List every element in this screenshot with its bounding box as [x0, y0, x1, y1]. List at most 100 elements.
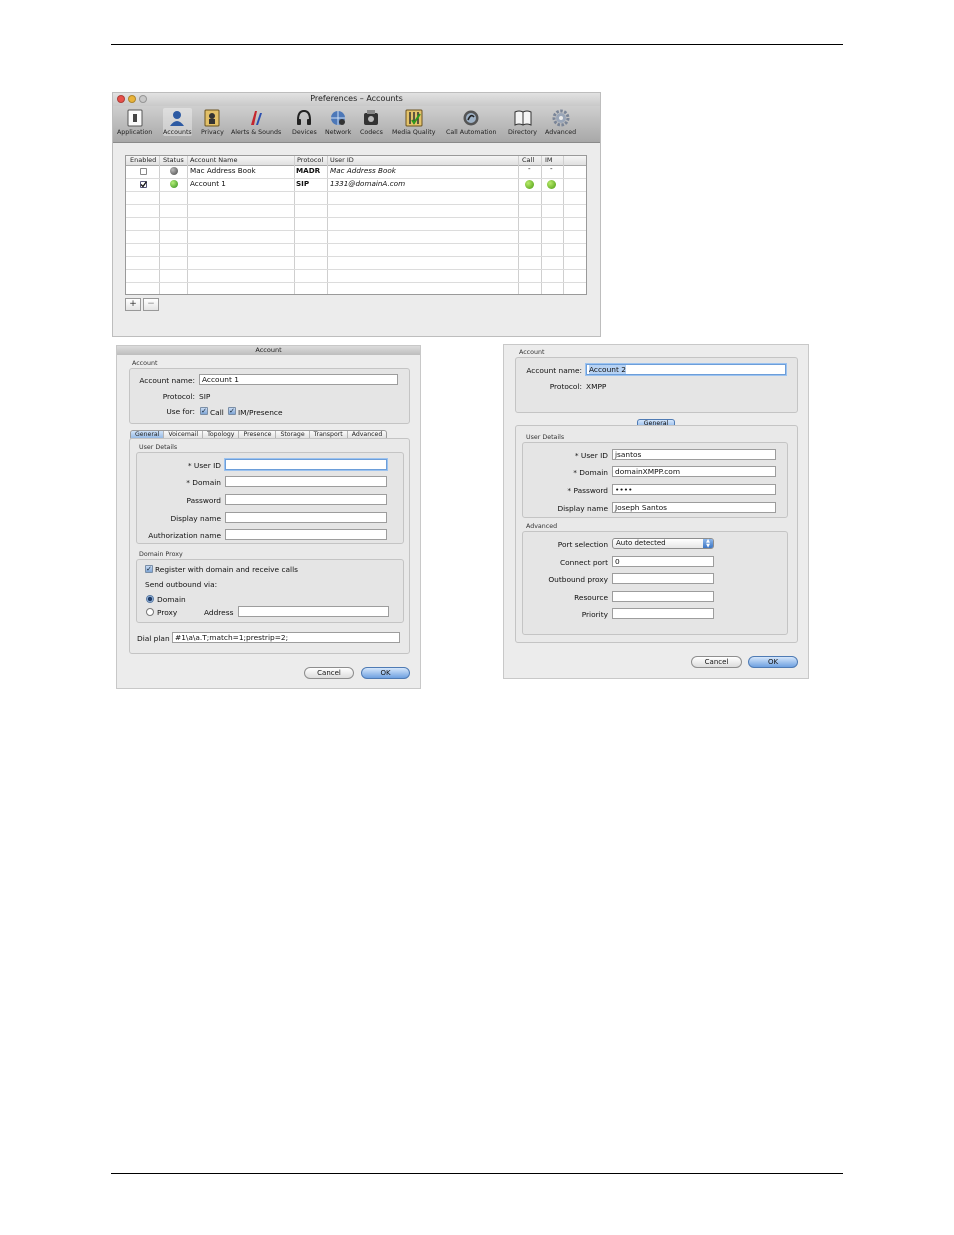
toolbar-accounts[interactable]: Accounts: [163, 108, 192, 136]
application-icon: [125, 108, 145, 128]
authorization-name-field[interactable]: [225, 529, 387, 540]
column-divider: [518, 156, 519, 294]
account-name-field[interactable]: Account 2: [586, 364, 786, 375]
row-divider: [126, 191, 586, 192]
domain-label: * Domain: [573, 468, 608, 477]
column-divider: [294, 156, 295, 294]
toolbar-advanced[interactable]: Advanced: [545, 108, 576, 136]
column-enabled[interactable]: Enabled: [130, 156, 156, 165]
window-titlebar: Preferences – Accounts: [113, 93, 600, 106]
proxy-radio-label: Proxy: [157, 608, 178, 617]
domain-radio[interactable]: [146, 595, 154, 603]
column-divider: [187, 156, 188, 294]
im-presence-checkbox[interactable]: ✓: [228, 407, 236, 415]
preferences-window: Preferences – Accounts Application Accou…: [112, 92, 601, 337]
toolbar-alerts-sounds[interactable]: Alerts & Sounds: [231, 108, 281, 136]
user-id-cell: 1331@domainA.com: [330, 179, 406, 188]
codecs-icon: [361, 108, 381, 128]
protocol-cell: MADR: [296, 166, 321, 175]
column-account-name[interactable]: Account Name: [190, 156, 238, 165]
dial-plan-label: Dial plan: [137, 634, 170, 643]
column-divider: [327, 156, 328, 294]
ok-button[interactable]: OK: [361, 667, 410, 679]
window-title: Preferences – Accounts: [310, 94, 403, 103]
row-divider: [126, 243, 586, 244]
dial-plan-field[interactable]: #1\a\a.T;match=1;prestrip=2;: [172, 632, 400, 643]
accounts-table: Enabled Status Account Name Protocol Use…: [125, 155, 587, 295]
account-name-label: Account name:: [139, 376, 195, 385]
toolbar-privacy[interactable]: Privacy: [201, 108, 224, 136]
priority-field[interactable]: [612, 608, 714, 619]
advanced-group-title: Advanced: [526, 523, 558, 530]
column-user-id[interactable]: User ID: [330, 156, 354, 165]
toolbar-codecs[interactable]: Codecs: [360, 108, 383, 136]
password-label: Password: [186, 496, 221, 505]
domain-proxy-group-title: Domain Proxy: [139, 551, 183, 558]
toolbar-devices[interactable]: Devices: [292, 108, 317, 136]
toolbar-directory[interactable]: Directory: [508, 108, 537, 136]
protocol-value: XMPP: [586, 382, 607, 391]
password-field[interactable]: [225, 494, 387, 505]
cancel-button[interactable]: Cancel: [304, 667, 354, 679]
user-id-label: * User ID: [574, 451, 608, 460]
column-divider: [563, 156, 564, 294]
row-divider: [126, 282, 586, 283]
column-status[interactable]: Status: [163, 156, 184, 165]
column-protocol[interactable]: Protocol: [297, 156, 323, 165]
register-checkbox[interactable]: ✓: [145, 565, 153, 573]
domain-field[interactable]: [225, 476, 387, 487]
enabled-checkbox[interactable]: [140, 181, 147, 188]
toolbar-media-quality[interactable]: Media Quality: [392, 108, 435, 136]
send-outbound-label: Send outbound via:: [145, 580, 218, 589]
port-selection-dropdown[interactable]: Auto detected ▲ ▼: [612, 538, 714, 549]
domain-field[interactable]: domainXMPP.com: [612, 466, 776, 477]
row-divider: [126, 269, 586, 270]
outbound-proxy-label: Outbound proxy: [548, 575, 608, 584]
domain-radio-label: Domain: [157, 595, 186, 604]
account-name-cell: Mac Address Book: [190, 166, 256, 175]
display-name-field[interactable]: Joseph Santos: [612, 502, 776, 513]
account-name-field[interactable]: Account 1: [199, 374, 398, 385]
authorization-name-label: Authorization name: [148, 531, 221, 540]
display-name-field[interactable]: [225, 512, 387, 523]
toolbar-network[interactable]: Network: [325, 108, 351, 136]
user-id-field[interactable]: jsantos: [612, 449, 776, 460]
preferences-toolbar: Application Accounts Privacy Alerts & So…: [113, 106, 600, 143]
connect-port-label: Connect port: [559, 558, 608, 567]
account-name-value: Account 2: [589, 365, 626, 374]
proxy-address-field[interactable]: [238, 606, 389, 617]
row-divider: [126, 217, 586, 218]
display-name-label: Display name: [557, 504, 608, 513]
checkmark-icon: [140, 181, 147, 188]
toolbar-application[interactable]: Application: [117, 108, 152, 136]
call-checkbox[interactable]: ✓: [200, 407, 208, 415]
user-id-field[interactable]: [225, 459, 387, 470]
user-details-group-title: User Details: [139, 444, 178, 451]
enabled-checkbox[interactable]: [140, 168, 147, 175]
password-field[interactable]: ••••: [612, 484, 776, 495]
proxy-radio[interactable]: [146, 608, 154, 616]
port-selection-label: Port selection: [557, 540, 608, 549]
resource-field[interactable]: [612, 591, 714, 602]
use-for-label: Use for:: [166, 407, 195, 416]
connect-port-field[interactable]: 0: [612, 556, 714, 567]
im-cell: -: [550, 164, 553, 173]
add-account-button[interactable]: +: [125, 298, 141, 311]
outbound-proxy-field[interactable]: [612, 573, 714, 584]
ok-button[interactable]: OK: [748, 656, 798, 668]
row-divider: [126, 204, 586, 205]
port-selection-value: Auto detected: [616, 539, 666, 547]
media-quality-icon: [404, 108, 424, 128]
user-id-cell: Mac Address Book: [330, 166, 396, 175]
dialog-title: Account: [117, 346, 420, 355]
im-ok-icon: [547, 180, 556, 189]
toolbar-call-automation[interactable]: Call Automation: [446, 108, 496, 136]
cancel-button[interactable]: Cancel: [691, 656, 742, 668]
column-divider: [541, 156, 542, 294]
chevron-updown-icon: ▲ ▼: [703, 539, 713, 548]
remove-account-button[interactable]: −: [143, 298, 159, 311]
user-id-label: * User ID: [187, 461, 221, 470]
account-name-cell: Account 1: [190, 179, 226, 188]
row-divider: [126, 230, 586, 231]
row-divider: [126, 256, 586, 257]
